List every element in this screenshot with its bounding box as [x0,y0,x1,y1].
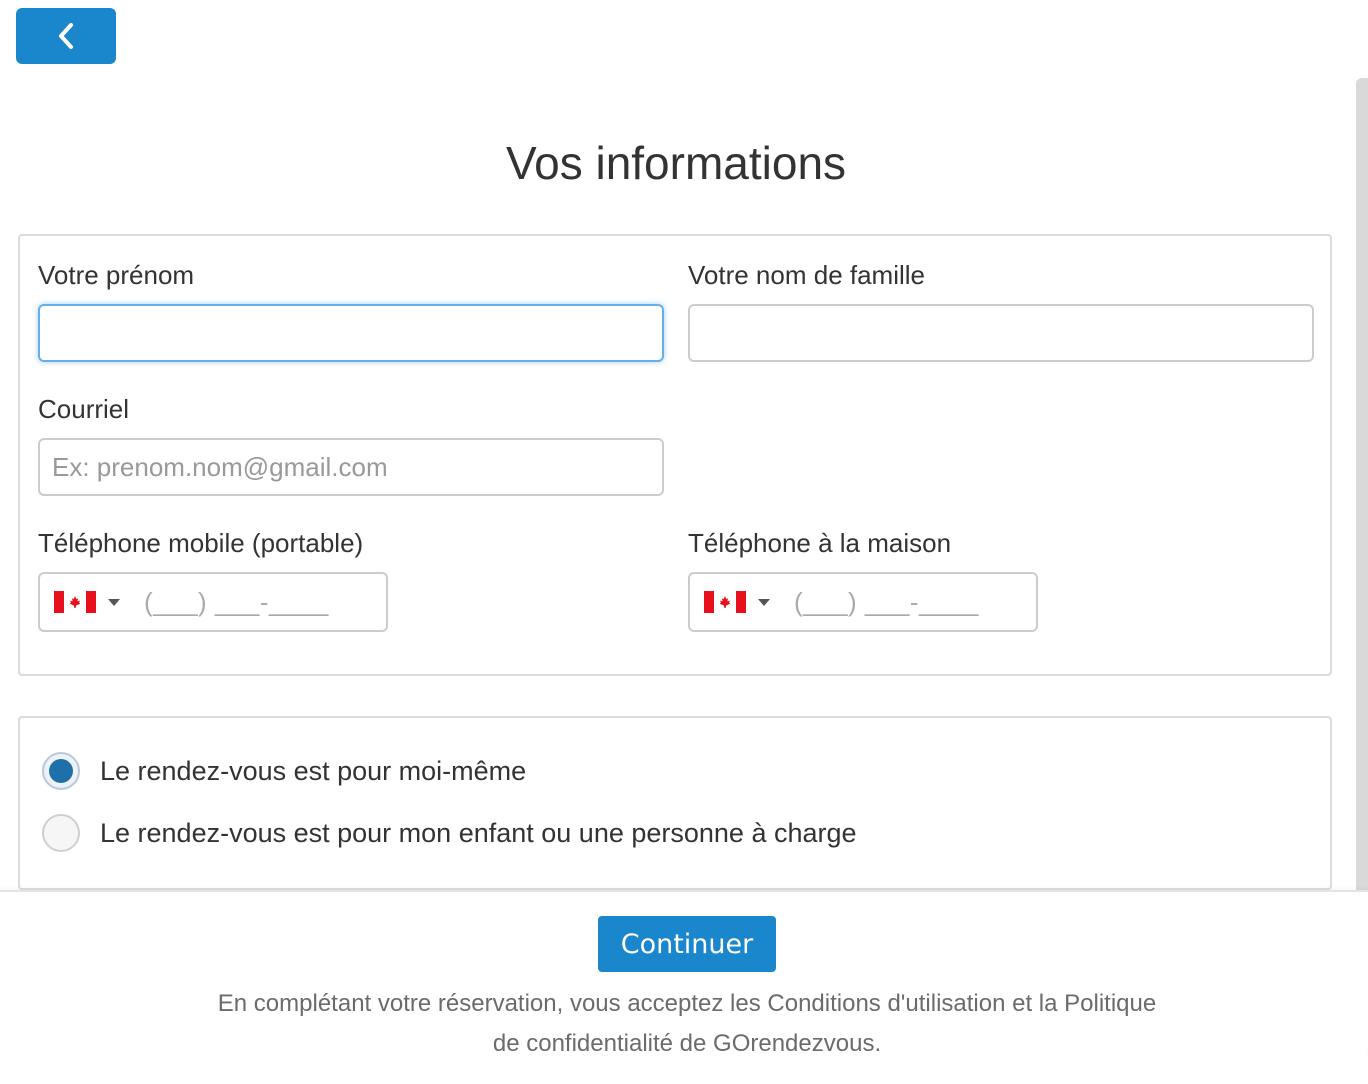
home-phone-label: Téléphone à la maison [688,528,952,558]
last-name-label: Votre nom de famille [688,260,926,290]
caret-down-icon [108,598,120,606]
mobile-country-select[interactable] [54,574,120,630]
scrollbar[interactable] [1356,78,1368,968]
caret-down-icon [758,598,770,606]
first-name-label: Votre prénom [38,260,195,290]
radio-button-checked[interactable] [42,752,80,790]
page-title: Vos informations [505,137,847,189]
radio-option-self[interactable]: Le rendez-vous est pour moi-même [42,752,526,790]
back-button[interactable] [16,8,116,64]
radio-option-dependent[interactable]: Le rendez-vous est pour mon enfant ou un… [42,814,857,852]
appointment-for-panel [18,716,1332,890]
home-phone-field[interactable]: (___) ___-____ [688,572,1038,632]
canada-flag-icon [54,591,96,613]
terms-text: En complétant votre réservation, vous ac… [160,984,1214,1064]
mobile-phone-field[interactable]: (___) ___-____ [38,572,388,632]
radio-label-self: Le rendez-vous est pour moi-même [100,755,527,786]
page: Vos informations Votre prénom Votre nom … [0,0,1368,1084]
terms-line-2: de confidentialité de GOrendezvous. [492,1030,882,1057]
home-country-select[interactable] [704,574,770,630]
radio-label-dependent: Le rendez-vous est pour mon enfant ou un… [100,817,857,848]
radio-button-unchecked[interactable] [42,814,80,852]
mobile-phone-label: Téléphone mobile (portable) [38,528,364,558]
canada-flag-icon [704,591,746,613]
chevron-left-icon [59,23,73,49]
terms-line-1: En complétant votre réservation, vous ac… [217,990,1157,1017]
first-name-input[interactable] [38,304,664,362]
continue-button[interactable]: Continuer [598,916,776,972]
home-phone-mask[interactable]: (___) ___-____ [794,587,979,618]
email-input[interactable] [38,438,664,496]
email-label: Courriel [38,394,130,424]
mobile-phone-mask[interactable]: (___) ___-____ [144,587,329,618]
last-name-input[interactable] [688,304,1314,362]
